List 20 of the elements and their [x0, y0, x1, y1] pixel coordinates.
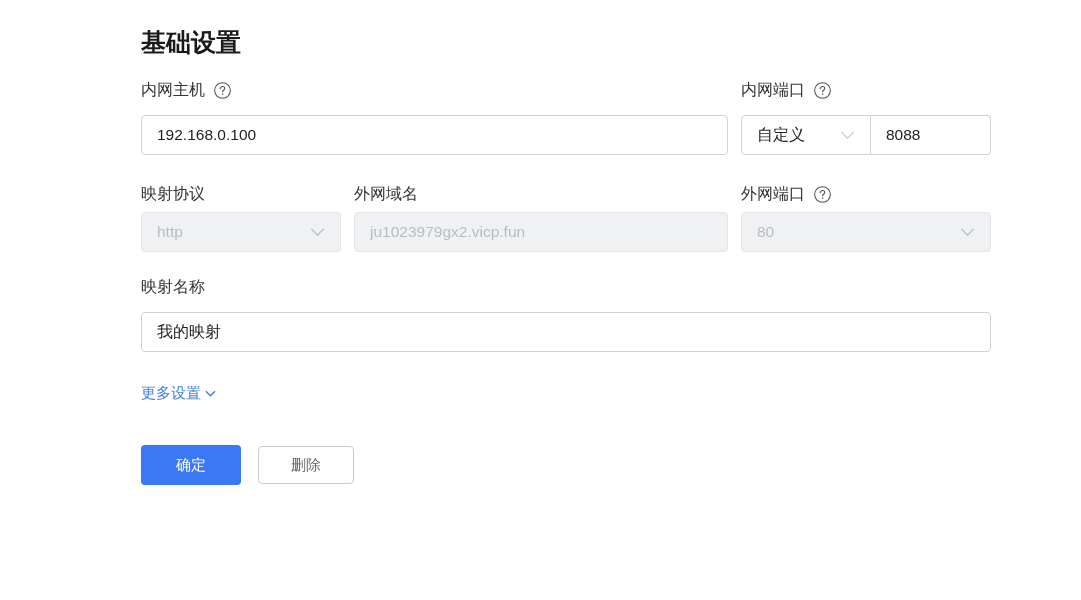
text-input[interactable]: 我的映射	[141, 312, 991, 352]
port-input[interactable]: 8088	[871, 115, 991, 155]
field-label: 内网端口	[741, 80, 805, 100]
help-icon[interactable]	[814, 81, 831, 99]
text-input[interactable]: 192.168.0.100	[141, 115, 728, 155]
chevron-down-icon	[840, 131, 855, 139]
more-settings-link[interactable]: 更多设置	[141, 382, 216, 404]
field-label: 内网主机	[141, 80, 205, 100]
help-icon[interactable]	[214, 81, 231, 99]
field-label: 映射名称	[141, 277, 205, 297]
confirm-button[interactable]: 确定	[141, 445, 241, 485]
chevron-down-icon	[205, 389, 216, 397]
field-label: 外网端口	[741, 184, 805, 204]
chevron-down-icon	[960, 228, 975, 236]
section-title: 基础设置	[141, 27, 242, 58]
dropdown[interactable]: 自定义	[741, 115, 871, 155]
field-label: 映射协议	[141, 184, 205, 204]
field-label: 外网域名	[354, 184, 418, 204]
chevron-down-icon	[310, 228, 325, 236]
delete-button[interactable]: 删除	[258, 446, 354, 484]
